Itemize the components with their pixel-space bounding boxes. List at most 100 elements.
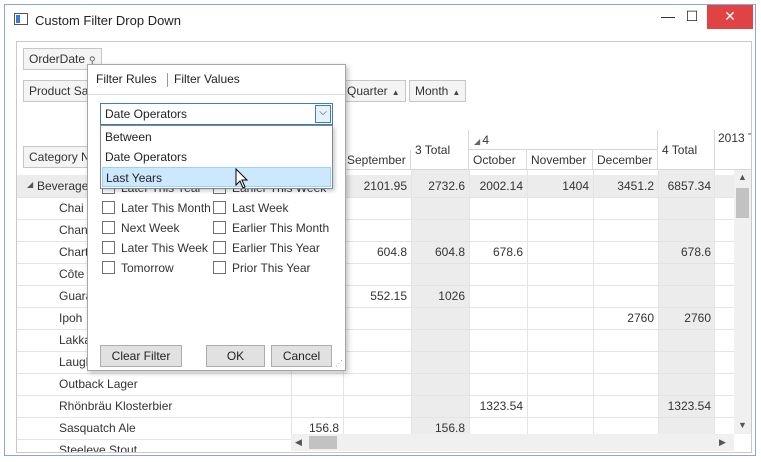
option-last-years[interactable]: Last Years [102, 167, 331, 187]
scroll-right-icon[interactable]: ▶ [719, 437, 726, 448]
resize-grip-icon[interactable]: ⋰ [335, 359, 343, 368]
row-label[interactable]: Chan [59, 223, 88, 237]
app-icon [14, 13, 28, 25]
check-last-week[interactable]: Last Week [213, 201, 288, 215]
row-label[interactable]: Steeleye Stout [59, 443, 137, 452]
field-month[interactable]: Month ▲ [409, 80, 467, 102]
table-cell[interactable]: 2760 [593, 311, 658, 325]
col-header-q4-total[interactable]: 4 Total [658, 130, 715, 170]
tab-separator [167, 73, 168, 87]
check-earlier-this-year[interactable]: Earlier This Year [213, 241, 320, 255]
row-label[interactable]: Sasquatch Ale [59, 421, 136, 435]
field-quarter-label: Quarter [347, 84, 388, 98]
column-divider [469, 170, 470, 434]
row-label[interactable]: Beverage [37, 179, 88, 193]
check-tomorrow[interactable]: Tomorrow [102, 261, 174, 275]
mouse-cursor-icon [235, 168, 249, 189]
row-label[interactable]: Rhönbräu Klosterbier [59, 399, 172, 413]
column-divider [714, 170, 715, 434]
checkbox[interactable] [102, 241, 115, 254]
table-cell[interactable]: 678.6 [658, 245, 715, 259]
field-quarter[interactable]: Quarter ▲ [341, 80, 406, 102]
checkbox[interactable] [102, 201, 115, 214]
window-title: Custom Filter Drop Down [35, 13, 181, 28]
check-next-week[interactable]: Next Week [102, 221, 179, 235]
checkbox[interactable] [213, 241, 226, 254]
table-cell[interactable]: 3451.2 [593, 179, 658, 193]
scroll-left-icon[interactable]: ◀ [295, 437, 302, 448]
row-label[interactable]: Ipoh [59, 311, 82, 325]
check-label: Next Week [121, 221, 180, 235]
table-cell[interactable]: 2002.14 [469, 179, 527, 193]
row-divider [17, 373, 734, 374]
checkbox[interactable] [102, 221, 115, 234]
checkbox[interactable] [102, 261, 115, 274]
scroll-up-icon[interactable]: ▲ [738, 172, 747, 182]
table-cell[interactable]: 2732.6 [411, 179, 469, 193]
table-cell[interactable]: 6857.34 [658, 179, 715, 193]
table-cell[interactable]: 156.8 [291, 421, 343, 435]
check-label: Later This Week [121, 241, 208, 255]
scroll-down-icon[interactable]: ▼ [738, 420, 747, 430]
vertical-scrollbar[interactable]: ▲ ▼ [734, 170, 751, 434]
table-cell[interactable]: 1404 [527, 179, 593, 193]
check-later-this-week[interactable]: Later This Week [102, 241, 208, 255]
col-header-december[interactable]: December [593, 150, 658, 170]
table-cell[interactable]: 2760 [658, 311, 715, 325]
col-header-september[interactable]: September [343, 150, 411, 170]
chevron-down-icon[interactable]: ⌵ [315, 105, 331, 123]
field-category-name[interactable]: Category N [23, 146, 93, 168]
option-between[interactable]: Between [102, 127, 331, 147]
row-label[interactable]: Côte [59, 267, 84, 281]
check-prior-this-year[interactable]: Prior This Year [213, 261, 311, 275]
table-cell[interactable]: 552.15 [343, 289, 411, 303]
col-header-q4-label: 4 [482, 133, 490, 147]
maximize-button[interactable]: ☐ [677, 5, 707, 29]
row-label[interactable]: Chai [59, 201, 84, 215]
table-cell[interactable]: 2101.95 [343, 179, 411, 193]
cancel-button[interactable]: Cancel [271, 345, 332, 367]
horizontal-scroll-thumb[interactable] [309, 436, 337, 449]
operator-combobox[interactable]: Date Operators ⌵ [100, 103, 333, 125]
column-divider [411, 170, 412, 434]
table-cell[interactable]: 604.8 [411, 245, 469, 259]
table-cell[interactable]: 1026 [411, 289, 469, 303]
sort-up-icon: ▲ [452, 88, 461, 97]
table-cell[interactable]: 1323.54 [658, 399, 715, 413]
check-later-this-month[interactable]: Later This Month [102, 201, 211, 215]
check-label: Last Week [232, 201, 289, 215]
table-cell[interactable]: 156.8 [411, 421, 469, 435]
filter-popup: Filter Rules Filter Values Date Operator… [87, 64, 346, 371]
col-header-q3-total[interactable]: 3 Total [411, 130, 469, 170]
column-divider [658, 170, 659, 434]
row-label[interactable]: Chart [59, 245, 88, 259]
col-header-october[interactable]: October [469, 150, 527, 170]
clear-filter-button[interactable]: Clear Filter [100, 345, 182, 367]
vertical-scroll-thumb[interactable] [736, 188, 749, 218]
tab-filter-values[interactable]: Filter Values [174, 72, 240, 86]
close-button[interactable]: ✕ [707, 5, 753, 29]
title-bar: Custom Filter Drop Down — ☐ ✕ [5, 5, 755, 35]
column-divider [593, 170, 594, 434]
check-label: Earlier This Month [232, 221, 330, 235]
collapse-icon[interactable]: ◢ [27, 180, 33, 189]
checkbox[interactable] [213, 221, 226, 234]
tab-filter-rules[interactable]: Filter Rules [96, 72, 157, 86]
checkbox[interactable] [213, 261, 226, 274]
field-product-name[interactable]: Product Sa [23, 80, 93, 102]
col-header-november[interactable]: November [527, 150, 593, 170]
checkbox[interactable] [213, 201, 226, 214]
option-date-operators[interactable]: Date Operators [102, 147, 331, 167]
table-cell[interactable]: 678.6 [469, 245, 527, 259]
check-label: Earlier This Year [232, 241, 320, 255]
ok-button[interactable]: OK [206, 345, 265, 367]
horizontal-scrollbar[interactable]: ◀ ▶ [291, 434, 734, 451]
col-header-q4[interactable]: ◢ 4 [468, 130, 658, 150]
table-cell[interactable]: 1323.54 [469, 399, 527, 413]
col-header-2013-total[interactable]: 2013 T [714, 106, 751, 170]
check-earlier-this-month[interactable]: Earlier This Month [213, 221, 329, 235]
field-month-label: Month [415, 84, 449, 98]
table-cell[interactable]: 604.8 [343, 245, 411, 259]
filter-tabs: Filter Rules Filter Values [88, 65, 345, 95]
row-label[interactable]: Outback Lager [59, 377, 138, 391]
